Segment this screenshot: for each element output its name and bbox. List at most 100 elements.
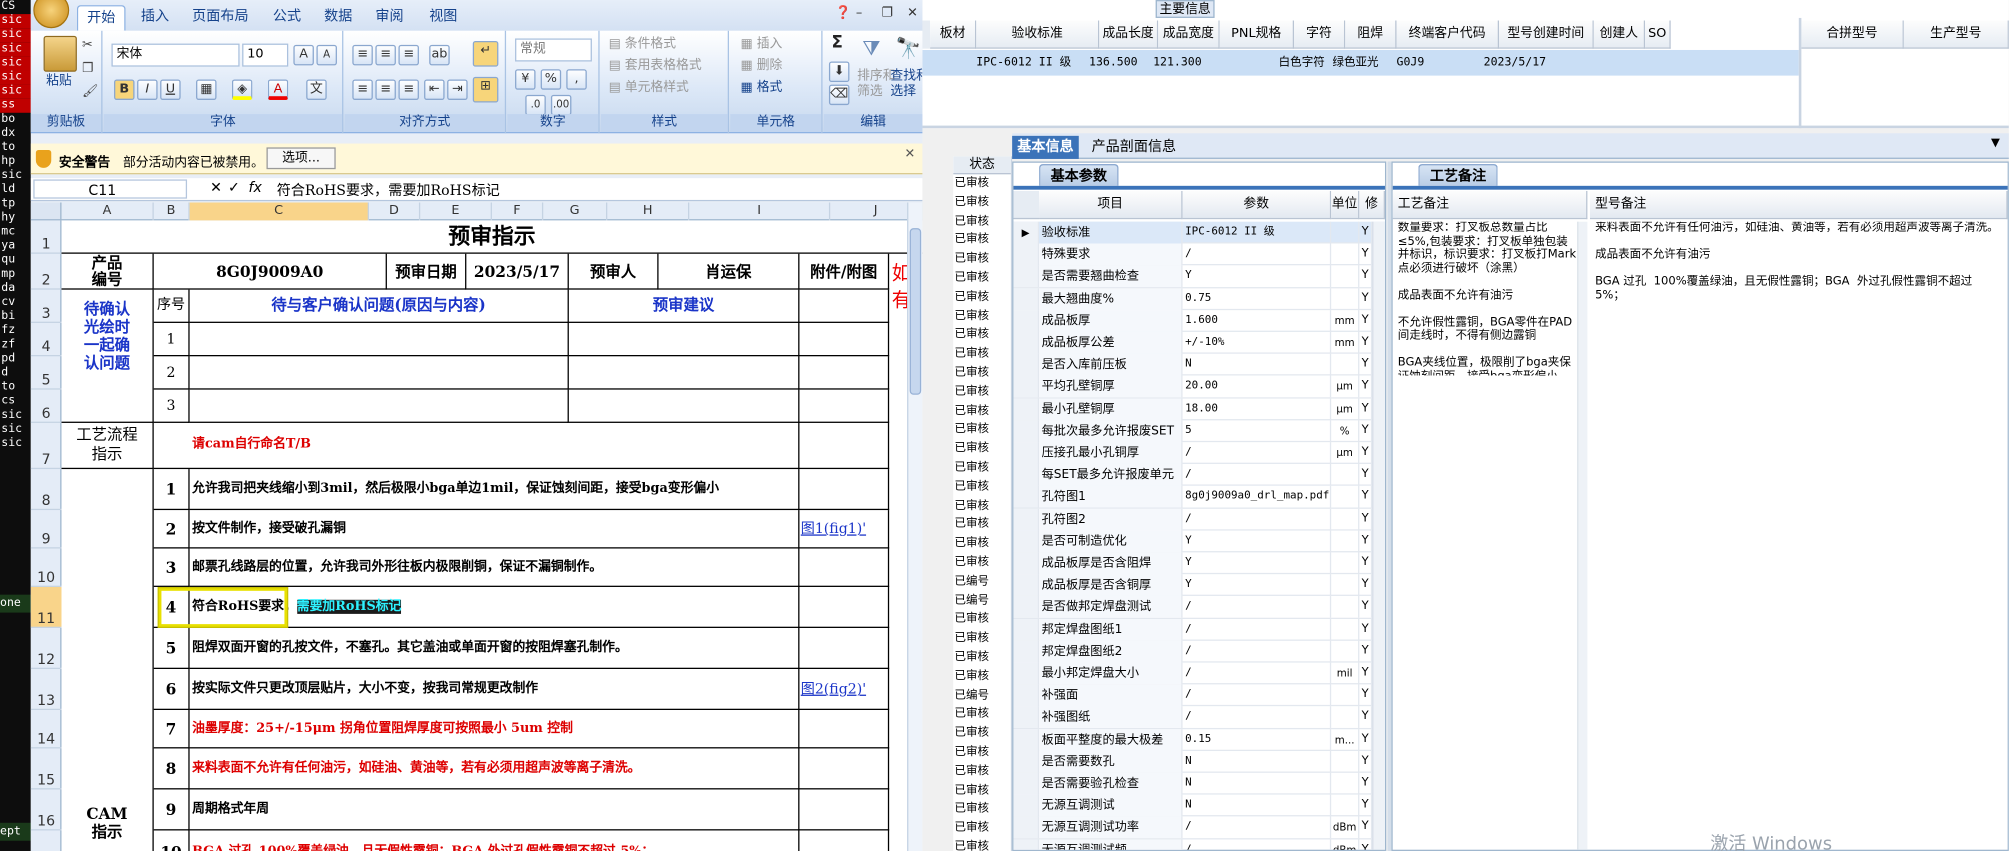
strip-item[interactable]: mp [0,268,32,282]
row-header-5[interactable]: 5 [30,356,62,390]
top-cell-length[interactable]: 136.500 [1089,50,1138,76]
status-item[interactable]: 已审核 [953,212,1011,231]
status-item[interactable]: 已审核 [953,667,1011,686]
decrease-decimal-icon[interactable]: .00 [550,94,572,116]
orientation-icon[interactable]: ab [429,44,450,66]
param-flag[interactable]: Y [1359,287,1373,310]
param-value[interactable]: / [1183,243,1332,266]
fill-color-icon[interactable]: ◈ [231,79,253,100]
row-header-10[interactable]: 10 [30,549,62,587]
row-header-16[interactable]: 16 [30,789,62,831]
param-value[interactable]: 18.00 [1183,398,1332,420]
param-value[interactable]: / [1183,706,1332,729]
status-item[interactable]: 已审核 [953,326,1011,345]
status-item[interactable]: 已审核 [953,459,1011,478]
top-header-5[interactable]: PNL规格 [1219,20,1295,49]
close-icon[interactable]: ✕ [907,6,918,20]
param-row[interactable]: 成品板厚是否含铜厚 Y Y [1013,574,1385,597]
align-center-icon[interactable]: ≡ [375,79,396,100]
restore-icon[interactable]: ❐ [881,6,892,20]
column-header-C[interactable]: C [189,202,369,221]
tab-craft-notes[interactable]: 工艺备注 [1418,164,1498,186]
param-flag[interactable]: Y [1359,618,1373,641]
strip-item[interactable]: pd [0,352,32,366]
delete-cells-button[interactable]: ▦ 删除 [741,59,783,74]
param-flag[interactable]: Y [1359,684,1373,707]
strip-item[interactable]: sic [0,169,32,183]
strip-item[interactable]: tp [0,197,32,211]
param-value[interactable]: / [1183,816,1332,839]
row-header-11[interactable]: 11 [30,586,62,628]
top-header-4[interactable]: 成品宽度 [1158,20,1220,49]
row-header-1[interactable]: 1 [30,220,62,254]
status-item[interactable]: 已审核 [953,345,1011,364]
insert-cells-button[interactable]: ▦ 插入 [741,37,783,52]
column-header-A[interactable]: A [61,202,154,221]
param-value[interactable]: N [1183,772,1332,795]
status-item[interactable]: 已审核 [953,781,1011,800]
param-value[interactable]: / [1183,618,1332,641]
column-header-D[interactable]: D [369,202,421,221]
param-row[interactable]: 无源互调测试 N Y [1013,794,1385,817]
status-item[interactable]: 已审核 [953,724,1011,743]
tab-1[interactable]: 开始 [76,5,126,31]
strip-item[interactable]: sic [0,409,32,423]
status-item[interactable]: 已审核 [953,402,1011,421]
number-format-select[interactable]: 常规 [515,38,592,62]
security-close-icon[interactable]: ✕ [905,147,916,161]
param-value[interactable]: Y [1183,552,1332,575]
align-left-icon[interactable]: ≡ [352,79,373,100]
param-flag[interactable]: Y [1359,376,1373,398]
param-row[interactable]: 邦定焊盘图纸2/ Y [1013,640,1385,663]
column-header-F[interactable]: F [492,202,544,221]
align-right-icon[interactable]: ≡ [398,79,419,100]
strip-item[interactable]: sic [0,42,33,57]
param-value[interactable]: 0.75 [1183,287,1332,310]
param-flag[interactable]: Y [1359,486,1373,509]
status-item[interactable]: 已审核 [953,193,1011,212]
param-row[interactable]: 邦定焊盘图纸1/ Y [1013,618,1385,641]
strip-item[interactable]: ld [0,183,32,197]
param-flag[interactable]: Y [1359,398,1373,420]
strip-item[interactable]: d [0,367,32,381]
format-cells-button[interactable]: ▦ 格式 [741,81,783,96]
find-select-button[interactable]: 查找和 选择 [890,69,922,100]
param-value[interactable]: +/-10% [1183,331,1332,354]
status-item[interactable]: 已审核 [953,554,1011,573]
status-item[interactable]: 已审核 [953,629,1011,648]
strip-item[interactable]: ept [0,822,33,841]
strip-item[interactable]: hy [0,211,32,225]
align-bottom-icon[interactable]: ≡ [398,44,419,66]
strip-item[interactable]: zf [0,338,32,352]
status-item[interactable]: 已审核 [953,478,1011,497]
help-icon[interactable]: ❓ [835,6,851,20]
param-value[interactable]: / [1183,838,1332,850]
status-item[interactable]: 已审核 [953,516,1011,535]
formula-input[interactable]: 符合RoHS要求，需要加RoHS标记 [277,179,500,200]
param-row[interactable]: 每SET最多允许报废单元 / Y [1013,464,1385,487]
strip-item[interactable]: dx [0,127,32,141]
param-value[interactable]: N [1183,750,1332,773]
craft-notes-text[interactable]: 数量要求：打叉板总数量占比≤5%,包装要求：打叉板单独包装并标识，标识要求：打叉… [1398,222,1577,376]
strip-item[interactable]: da [0,282,32,296]
param-flag[interactable]: Y [1359,662,1373,685]
param-flag[interactable]: Y [1359,574,1373,597]
insert-function-icon[interactable]: fx [249,179,262,196]
param-header-4[interactable]: 修 [1359,190,1385,220]
param-row[interactable]: 最大翘曲度% 0.75 Y [1013,287,1385,310]
clear-icon[interactable]: ⌫ [828,84,850,106]
param-flag[interactable]: Y [1359,530,1373,553]
row-header-4[interactable]: 4 [30,323,62,357]
bold-icon[interactable]: B [114,79,135,100]
status-item[interactable]: 已审核 [953,383,1011,402]
column-header-I[interactable]: I [689,202,831,221]
param-flag[interactable]: Y [1359,442,1373,464]
increase-indent-icon[interactable]: ⇥ [447,79,468,100]
param-row[interactable]: 每批次最多允许报废SET 5% Y [1013,420,1385,443]
strip-item[interactable]: sic [0,423,32,437]
tab-7[interactable]: 视图 [418,5,469,31]
strip-item[interactable]: sic [0,28,33,43]
param-row[interactable]: 是否需要翘曲检查 Y Y [1013,265,1385,288]
top-header-7[interactable]: 阻焊 [1345,20,1397,49]
param-flag[interactable]: Y [1359,838,1373,850]
